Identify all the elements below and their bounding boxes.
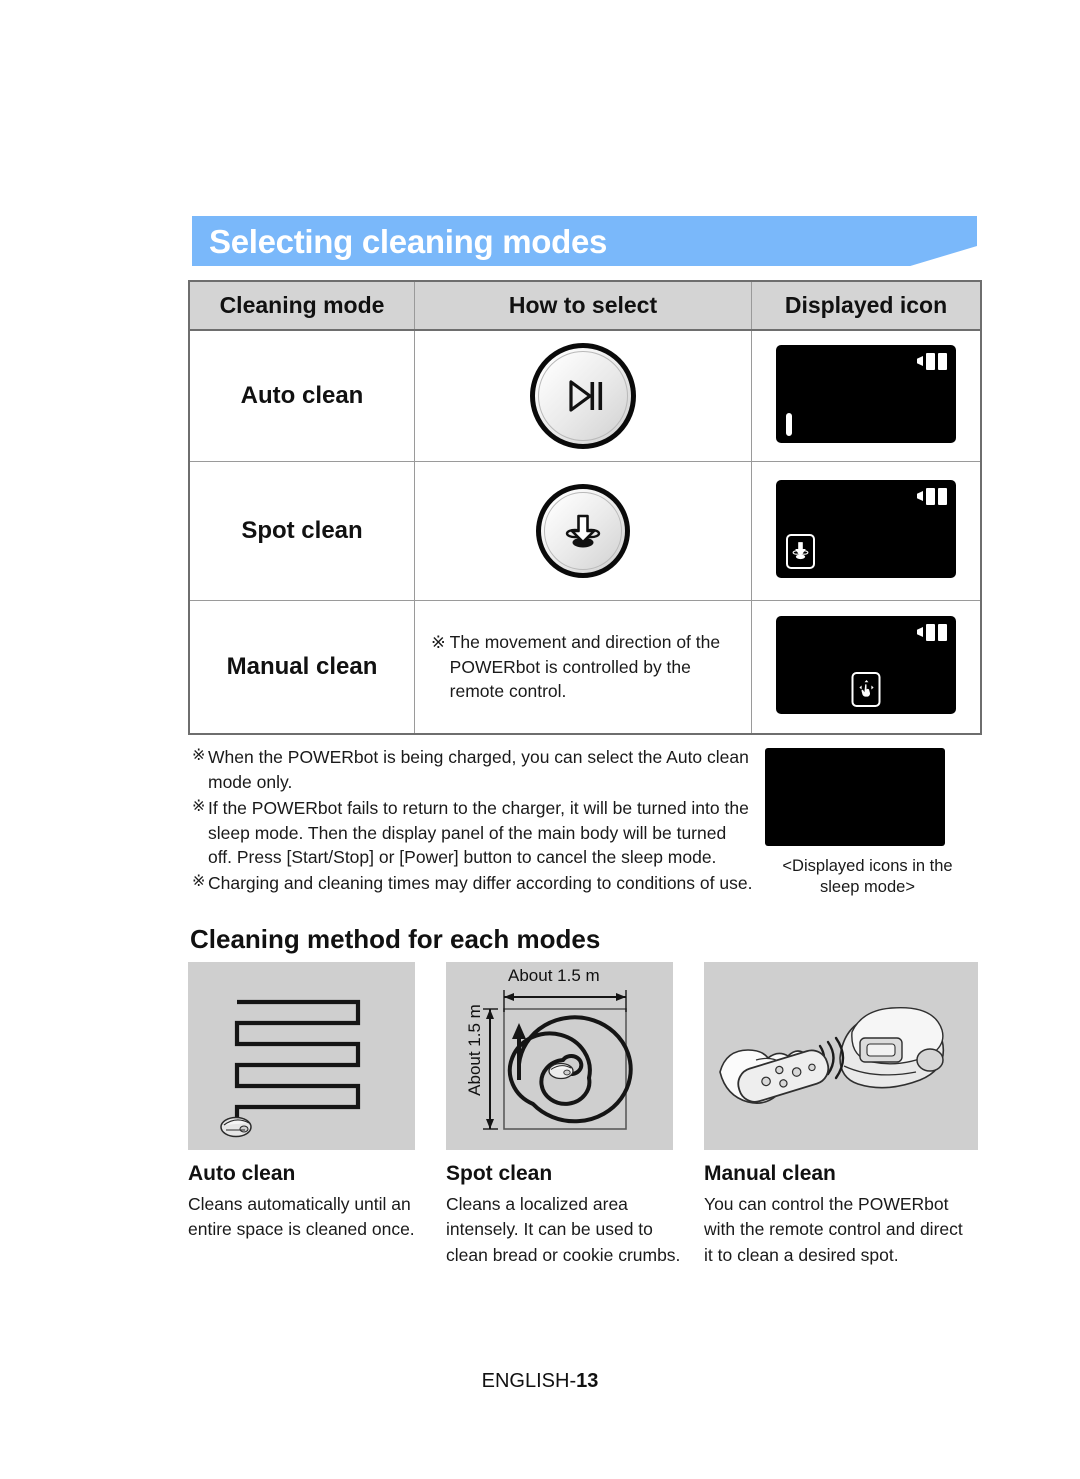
list-item: ※ If the POWERbot fails to return to the…	[192, 796, 754, 871]
note-text: When the POWERbot is being charged, you …	[208, 747, 749, 792]
cell-mode-spot-clean: Spot clean	[188, 461, 415, 601]
footer-page-number: 13	[576, 1370, 599, 1392]
note-asterisk-icon: ※	[192, 797, 206, 815]
caption-manual-clean: Manual clean You can control the POWERbo…	[704, 1162, 974, 1268]
spot-clean-button-icon	[536, 484, 630, 578]
note-asterisk-icon: ※	[192, 873, 206, 891]
section-heading: Cleaning method for each modes	[190, 924, 601, 954]
caption-title: Spot clean	[446, 1162, 553, 1185]
table-header-row: Cleaning mode How to select Displayed ic…	[188, 280, 982, 331]
lcd-manual-clean-icon	[776, 615, 956, 714]
notes-list: ※ When the POWERbot is being charged, yo…	[192, 745, 754, 897]
spot-clean-height-label: About 1.5 m	[465, 1004, 484, 1096]
note-asterisk-icon: ※	[431, 631, 446, 652]
lcd-spot-clean-icon	[776, 479, 956, 578]
lcd-auto-clean-icon	[776, 344, 956, 443]
cell-displayed-icon-spot-clean	[751, 461, 982, 601]
cleaning-method-panels: About 1.5 m About 1.5 m	[188, 962, 978, 1150]
note-text: Charging and cleaning times may differ a…	[208, 873, 753, 894]
caption-title: Auto clean	[188, 1162, 296, 1185]
caption-title: Manual clean	[704, 1162, 836, 1185]
cleaning-modes-table: Cleaning mode How to select Displayed ic…	[188, 280, 982, 735]
cell-mode-manual-clean: Manual clean	[188, 600, 415, 735]
column-header-displayed-icon: Displayed icon	[751, 280, 982, 331]
cell-displayed-icon-auto-clean	[751, 329, 982, 462]
cell-mode-auto-clean: Auto clean	[188, 329, 415, 462]
list-item: ※ When the POWERbot is being charged, yo…	[192, 745, 754, 795]
battery-indicator-icon	[917, 623, 947, 641]
cell-displayed-icon-manual-clean	[751, 600, 982, 735]
auto-clean-zigzag-diagram	[188, 962, 415, 1150]
manual-page: Selecting cleaning modes Cleaning mode H…	[0, 0, 1080, 1479]
page-title: Selecting cleaning modes	[209, 222, 608, 260]
spot-clean-mode-glyph	[786, 533, 815, 569]
page-footer: ENGLISH-13	[0, 1370, 1080, 1393]
lcd-sleep-mode-icon	[765, 748, 945, 846]
battery-indicator-icon	[917, 487, 947, 505]
note-text: If the POWERbot fails to return to the c…	[208, 797, 749, 868]
note-asterisk-icon: ※	[192, 747, 206, 764]
caption-description: You can control the POWERbot with the re…	[704, 1194, 963, 1265]
manual-clean-instruction: The movement and direction of the POWERb…	[449, 631, 721, 702]
cell-how-to-select-manual-clean: ※ The movement and direction of the POWE…	[414, 600, 752, 735]
caption-description: Cleans a localized area intensely. It ca…	[446, 1194, 681, 1265]
manual-clean-remote-control-illustration	[704, 962, 978, 1150]
table-row: Manual clean ※ The movement and directio…	[188, 600, 982, 735]
cell-how-to-select-auto-clean	[414, 329, 752, 462]
sleep-mode-figure: <Displayed icons in the sleep mode>	[765, 748, 970, 899]
list-item: ※ Charging and cleaning times may differ…	[192, 871, 754, 896]
auto-clean-mode-glyph	[786, 412, 792, 436]
sleep-mode-caption: <Displayed icons in the sleep mode>	[782, 857, 953, 897]
column-header-how-to-select: How to select	[414, 280, 752, 331]
caption-spot-clean: Spot clean Cleans a localized area inten…	[446, 1162, 688, 1268]
page-title-banner: Selecting cleaning modes	[192, 216, 977, 266]
column-header-cleaning-mode: Cleaning mode	[188, 280, 415, 331]
caption-description: Cleans automatically until an entire spa…	[188, 1194, 415, 1240]
spot-clean-width-label: About 1.5 m	[508, 966, 600, 985]
battery-indicator-icon	[917, 352, 947, 370]
table-row: Auto clean	[188, 329, 982, 462]
cell-how-to-select-spot-clean	[414, 461, 752, 601]
spot-clean-spiral-diagram: About 1.5 m About 1.5 m	[446, 962, 673, 1150]
manual-clean-mode-glyph	[851, 671, 881, 707]
play-pause-button-icon	[530, 343, 636, 449]
footer-language-label: ENGLISH-	[481, 1370, 577, 1392]
table-row: Spot clean	[188, 461, 982, 601]
caption-auto-clean: Auto clean Cleans automatically until an…	[188, 1162, 430, 1243]
